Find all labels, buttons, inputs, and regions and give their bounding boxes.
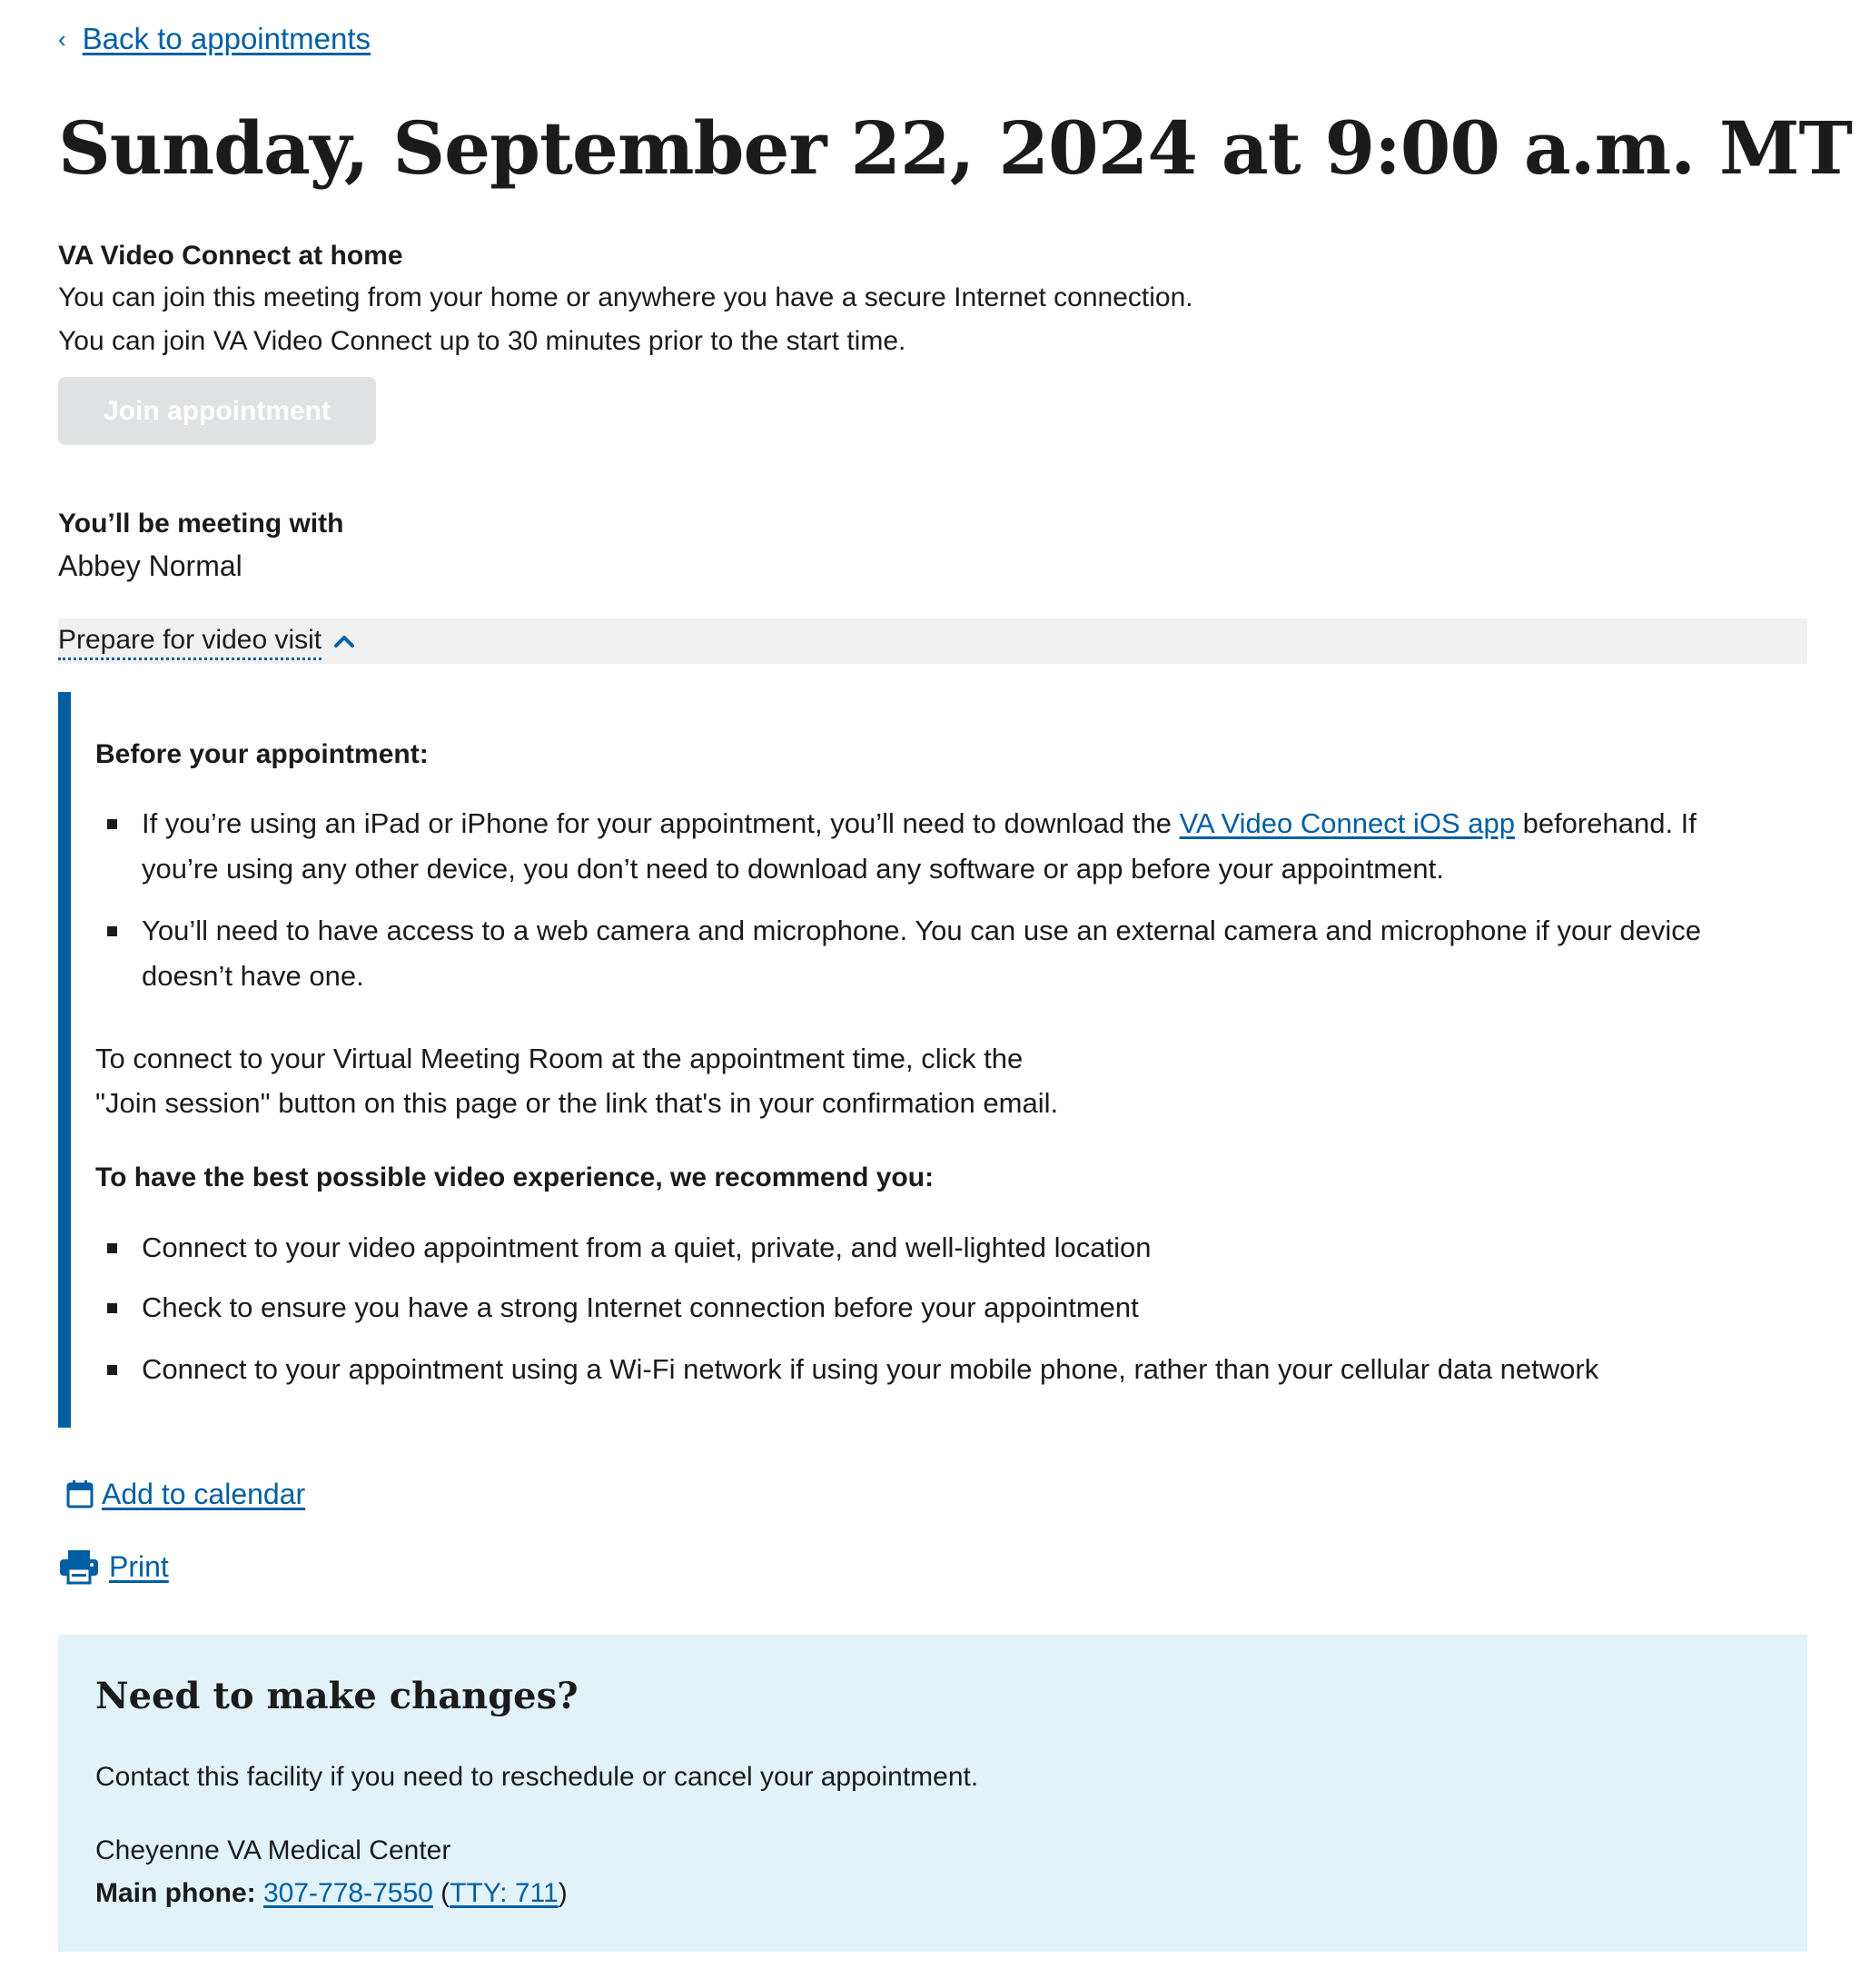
chevron-up-icon	[332, 629, 356, 653]
bullet-marker	[107, 819, 117, 829]
print-link[interactable]: Print	[109, 1547, 169, 1587]
recommendations-heading: To have the best possible video experien…	[95, 1162, 935, 1192]
tty-link[interactable]: TTY: 711	[450, 1878, 559, 1908]
video-connect-heading: VA Video Connect at home	[58, 241, 403, 271]
breadcrumb: ‹ Back to appointments	[58, 18, 371, 60]
chevron-left-icon: ‹	[58, 25, 66, 53]
list-item: If you’re using an iPad or iPhone for yo…	[95, 801, 1785, 892]
meeting-with-heading: You’ll be meeting with	[58, 509, 344, 539]
add-to-calendar-link[interactable]: Add to calendar	[102, 1474, 305, 1514]
calendar-icon	[66, 1479, 94, 1508]
prepare-accordion-header: Prepare for video visit	[58, 618, 1807, 664]
bullet-text: Connect to your appointment using a Wi-F…	[142, 1353, 1599, 1385]
bullet-marker	[107, 1365, 117, 1375]
bullet-text: If you’re using an iPad or iPhone for yo…	[142, 807, 1697, 885]
before-appointment-heading: Before your appointment:	[95, 739, 429, 769]
prepare-accordion-content: Before your appointment: If you’re using…	[58, 692, 1807, 1428]
provider-name: Abbey Normal	[58, 549, 242, 582]
bullet-marker	[107, 1303, 117, 1313]
changes-description: Contact this facility if you need to res…	[95, 1762, 979, 1792]
main-phone-link[interactable]: 307-778-7550	[263, 1878, 433, 1908]
va-video-connect-ios-app-link[interactable]: VA Video Connect iOS app	[1180, 807, 1515, 839]
need-to-make-changes-box: Need to make changes? Contact this facil…	[58, 1635, 1807, 1952]
add-to-calendar-action[interactable]: Add to calendar	[58, 1474, 305, 1514]
list-item: You’ll need to have access to a web came…	[95, 908, 1785, 999]
bullet-text: Connect to your video appointment from a…	[142, 1231, 1152, 1263]
main-phone-label: Main phone:	[95, 1878, 256, 1908]
list-item: Check to ensure you have a strong Intern…	[95, 1285, 1785, 1330]
connect-instructions-line-2: "Join session" button on this page or th…	[95, 1087, 1059, 1119]
list-item: Connect to your video appointment from a…	[95, 1225, 1785, 1271]
video-connect-timing-note: You can join VA Video Connect up to 30 m…	[58, 326, 906, 356]
video-connect-description: You can join this meeting from your home…	[58, 282, 1193, 312]
printer-icon	[58, 1548, 100, 1585]
bullet-marker	[107, 926, 117, 936]
facility-phone: Main phone: 307-778-7550 (TTY: 711)	[95, 1875, 568, 1912]
connect-instructions-line-1: To connect to your Virtual Meeting Room …	[95, 1043, 1024, 1074]
prepare-toggle-label: Prepare for video visit	[58, 623, 322, 660]
bullet-marker	[107, 1243, 117, 1253]
changes-heading: Need to make changes?	[95, 1675, 579, 1717]
facility-name: Cheyenne VA Medical Center	[95, 1835, 451, 1865]
join-appointment-button[interactable]: Join appointment	[58, 377, 376, 445]
print-action[interactable]: Print	[58, 1547, 169, 1587]
prepare-for-video-visit-toggle[interactable]: Prepare for video visit	[58, 618, 356, 664]
tty-close-paren: )	[558, 1878, 568, 1908]
list-item: Connect to your appointment using a Wi-F…	[95, 1347, 1785, 1392]
bullet-text: You’ll need to have access to a web came…	[142, 915, 1701, 992]
back-to-appointments-link[interactable]: Back to appointments	[83, 18, 371, 60]
page-title: Sunday, September 22, 2024 at 9:00 a.m. …	[58, 105, 1853, 191]
tty-open-paren: (	[440, 1878, 450, 1908]
bullet-text: Check to ensure you have a strong Intern…	[142, 1291, 1139, 1323]
